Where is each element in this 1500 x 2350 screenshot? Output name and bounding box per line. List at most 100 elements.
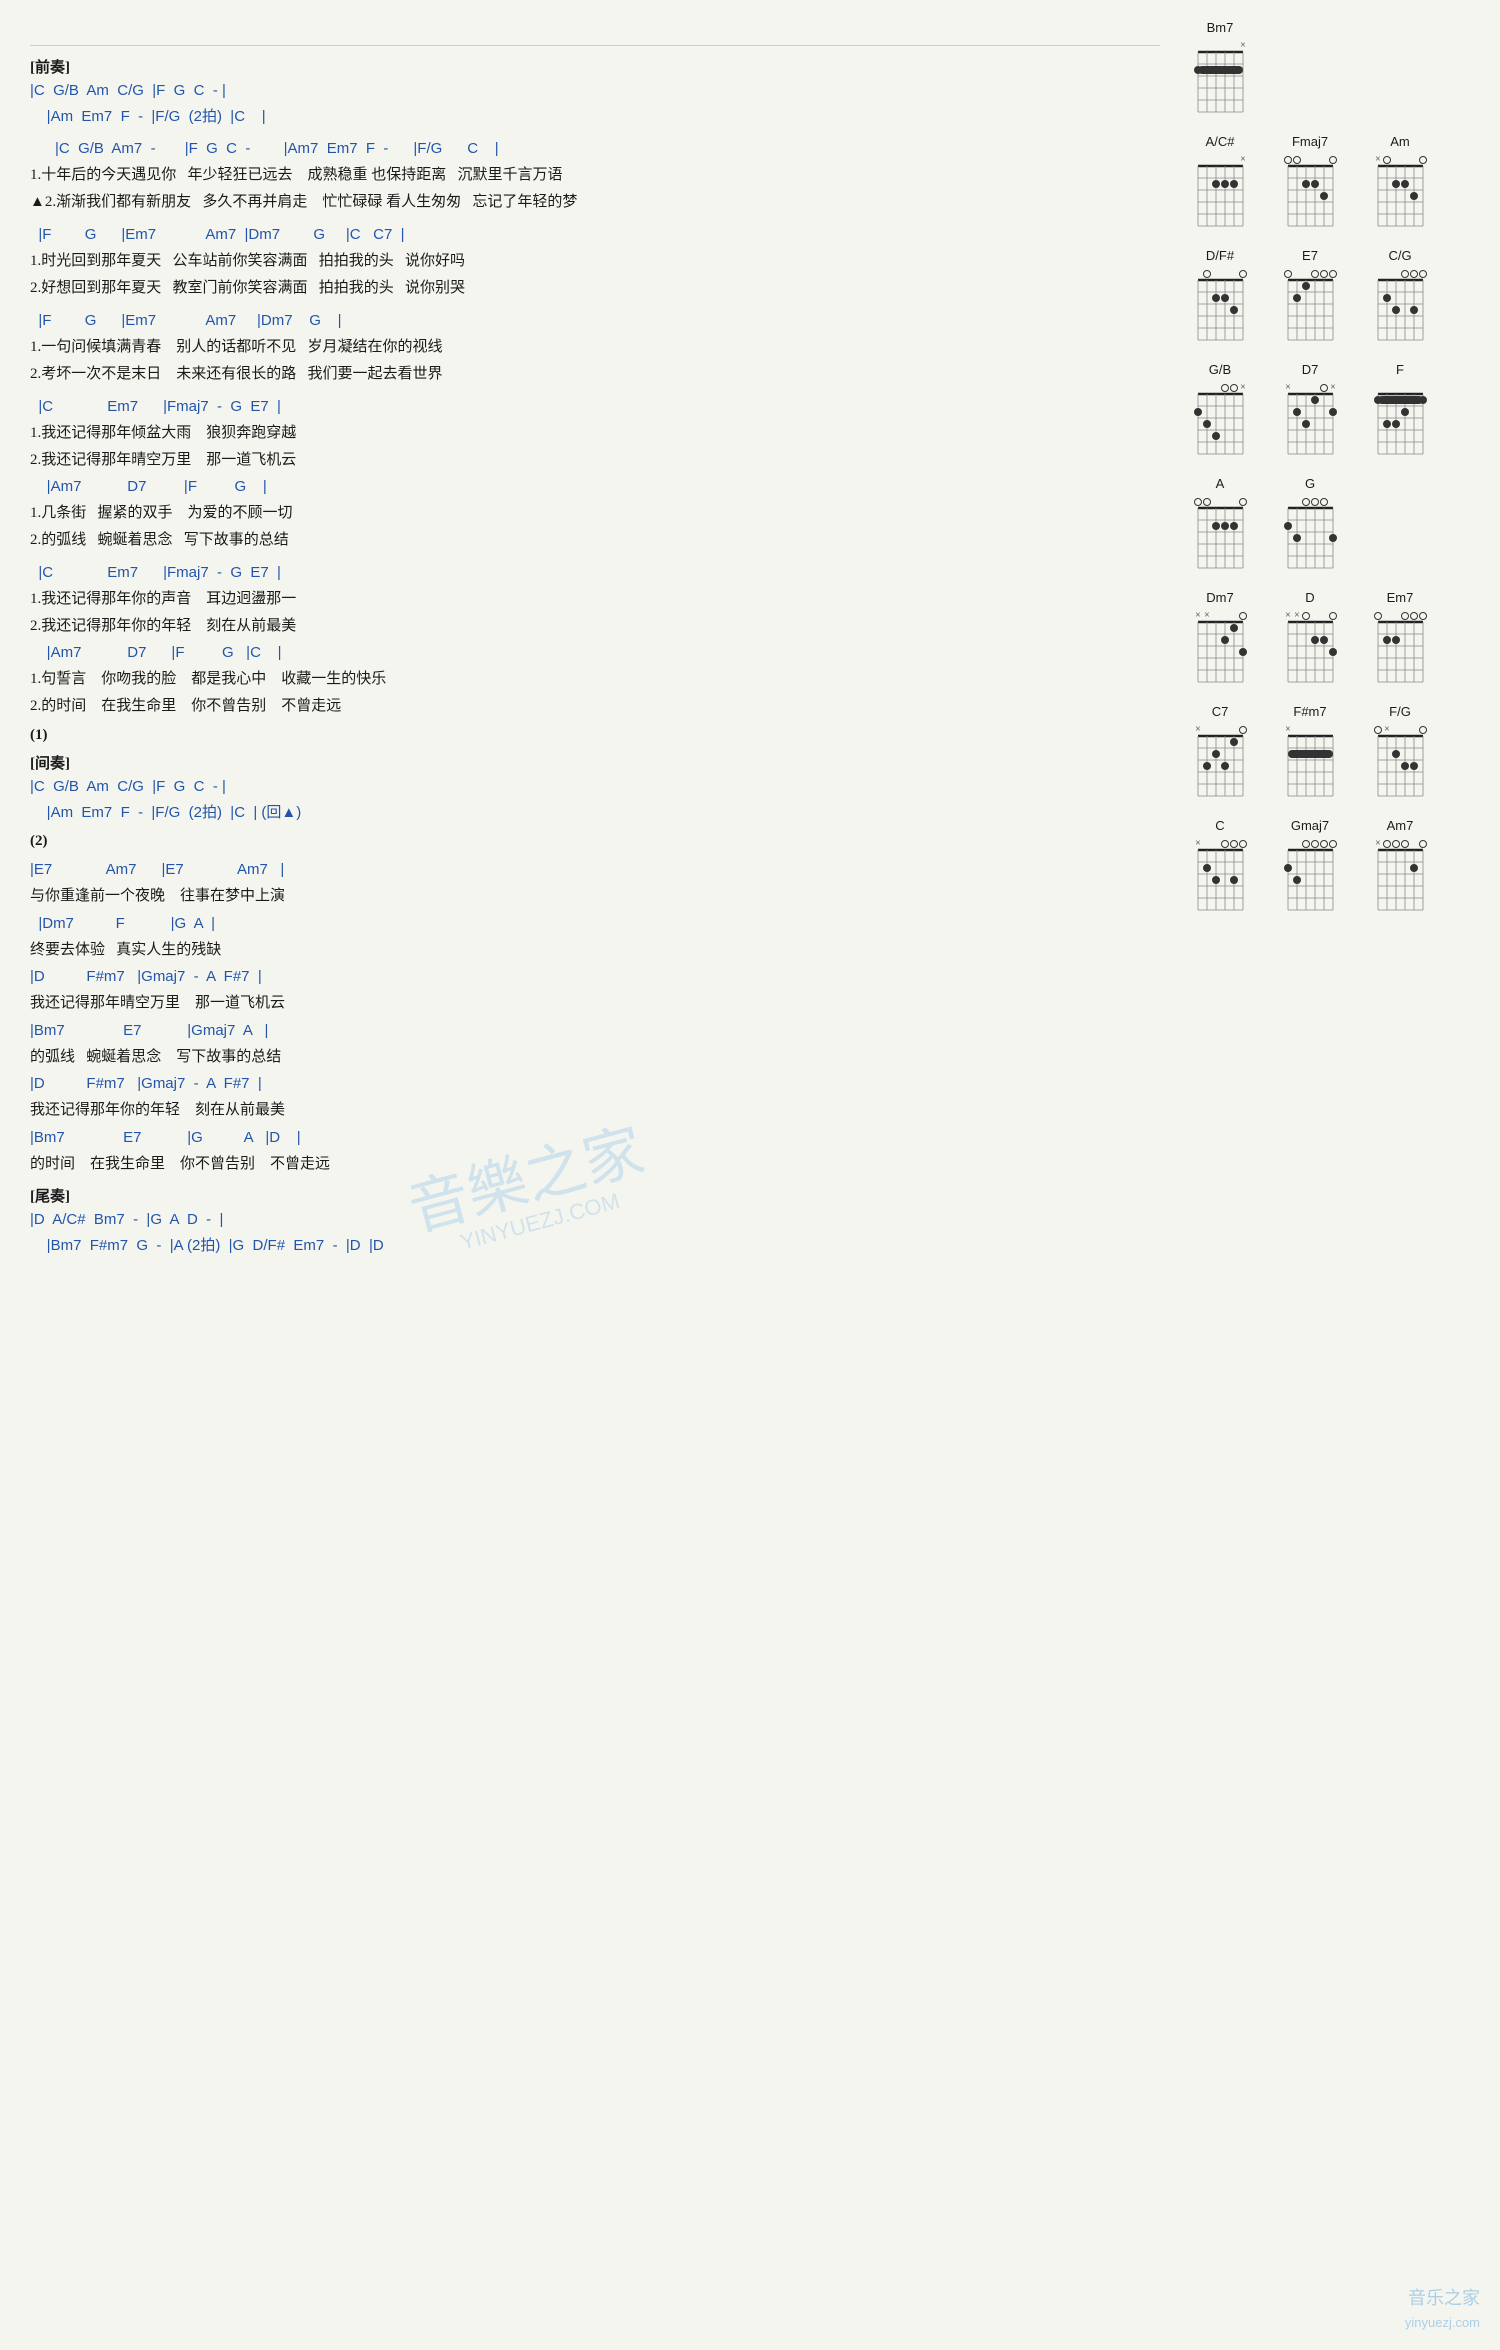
chord-row: C×Gmaj7Am7× [1180, 818, 1470, 916]
chord-svg: ×× [1278, 380, 1343, 460]
chord-row: AG [1180, 476, 1470, 574]
chord-svg [1278, 152, 1343, 232]
chord-line: |Bm7 E7 |Gmaj7 A | [30, 1019, 1160, 1043]
svg-text:×: × [1294, 610, 1300, 621]
chord-line: |Am Em7 F - |F/G (2拍) |C | [30, 105, 1160, 129]
chord-line: |F G |Em7 Am7 |Dm7 G | [30, 309, 1160, 333]
svg-text:×: × [1375, 154, 1381, 165]
chord-name: F#m7 [1293, 704, 1326, 719]
chord-diagram-FG: F/G× [1360, 704, 1440, 802]
chord-diagram-Fmaj7: Fmaj7 [1270, 134, 1350, 232]
chord-line: |D F#m7 |Gmaj7 - A F#7 | [30, 965, 1160, 989]
chord-name: E7 [1302, 248, 1318, 263]
svg-text:×: × [1195, 724, 1201, 735]
chord-diagram-Am7: Am7× [1360, 818, 1440, 916]
lyric-line: 的弧线 蜿蜒着思念 写下故事的总结 [30, 1045, 1160, 1071]
lyric-line: 的时间 在我生命里 你不曾告别 不曾走远 [30, 1152, 1160, 1178]
section-chorus2: |C Em7 |Fmaj7 - G E7 |1.我还记得那年你的声音 耳边迥盪那… [30, 561, 1160, 719]
lyric-line: 我还记得那年晴空万里 那一道飞机云 [30, 991, 1160, 1017]
section-section2: |E7 Am7 |E7 Am7 |与你重逢前一个夜晚 往事在梦中上演 |Dm7 … [30, 858, 1160, 1177]
chord-row: Bm7× [1180, 20, 1470, 118]
chord-diagram-E7: E7 [1270, 248, 1350, 346]
svg-text:×: × [1240, 154, 1246, 165]
logo-url-bottom: yinyuezj.com [1405, 2315, 1480, 2330]
chord-svg [1368, 266, 1433, 346]
chord-line: |D F#m7 |Gmaj7 - A F#7 | [30, 1072, 1160, 1096]
lyric-line: 1.几条街 握紧的双手 为爱的不顾一切 [30, 501, 1160, 527]
chord-name: D7 [1302, 362, 1319, 377]
left-content: [前奏]|C G/B Am C/G |F G C - | |Am Em7 F -… [30, 20, 1180, 1266]
chord-svg [1278, 494, 1343, 574]
svg-text:×: × [1195, 838, 1201, 849]
chord-name: C/G [1388, 248, 1411, 263]
lyric-line: 1.我还记得那年你的声音 耳边迥盪那一 [30, 587, 1160, 613]
chord-row: C7×F#m7×F/G× [1180, 704, 1470, 802]
chord-line: |E7 Am7 |E7 Am7 | [30, 858, 1160, 882]
chord-svg: × [1368, 722, 1433, 802]
chord-svg [1278, 266, 1343, 346]
chord-name: Dm7 [1206, 590, 1233, 605]
chord-svg: × [1188, 722, 1253, 802]
chord-svg [1368, 608, 1433, 688]
chord-line: |C G/B Am C/G |F G C - | [30, 79, 1160, 103]
chord-diagram-DF: D/F# [1180, 248, 1260, 346]
svg-text:×: × [1285, 610, 1291, 621]
chord-svg [1188, 494, 1253, 574]
chord-svg [1188, 266, 1253, 346]
chord-name: G/B [1209, 362, 1231, 377]
svg-text:×: × [1285, 382, 1291, 393]
lyric-line: 1.十年后的今天遇见你 年少轻狂已远去 成熟稳重 也保持距离 沉默里千言万语 [30, 163, 1160, 189]
chord-row: D/F# E7 C/G [1180, 248, 1470, 346]
right-chords: Bm7×A/C#×Fmaj7Am×D/F#E7C/GG/B×D7××FAGDm7… [1180, 20, 1470, 1266]
lyric-line: 2.的时间 在我生命里 你不曾告别 不曾走远 [30, 694, 1160, 720]
chord-line: |D A/C# Bm7 - |G A D - | [30, 1208, 1160, 1232]
chord-svg: × [1368, 152, 1433, 232]
chord-name: Em7 [1387, 590, 1414, 605]
chord-line: |Am7 D7 |F G |C | [30, 641, 1160, 665]
chord-row: Dm7××D××Em7 [1180, 590, 1470, 688]
chord-name: A [1216, 476, 1225, 491]
svg-text:×: × [1375, 838, 1381, 849]
chord-line: |C Em7 |Fmaj7 - G E7 | [30, 395, 1160, 419]
chord-diagram-D: D×× [1270, 590, 1350, 688]
divider [30, 45, 1160, 46]
chord-svg: × [1368, 836, 1433, 916]
song-content: [前奏]|C G/B Am C/G |F G C - | |Am Em7 F -… [30, 56, 1160, 1258]
chord-line: |Am Em7 F - |F/G (2拍) |C | (回▲) [30, 801, 1160, 825]
chord-diagram-C7: C7 × [1180, 704, 1260, 802]
lyric-line: 2.好想回到那年夏天 教室门前你笑容满面 拍拍我的头 说你别哭 [30, 276, 1160, 302]
chord-diagram-GB: G/B× [1180, 362, 1260, 460]
chord-line: |Dm7 F |G A | [30, 912, 1160, 936]
chord-diagram-F: F [1360, 362, 1440, 460]
section-label: [间奏] [30, 752, 1160, 773]
lyric-line: 与你重逢前一个夜晚 往事在梦中上演 [30, 884, 1160, 910]
chord-line: |C G/B Am C/G |F G C - | [30, 775, 1160, 799]
chord-line: |C Em7 |Fmaj7 - G E7 | [30, 561, 1160, 585]
svg-text:×: × [1240, 40, 1246, 51]
chord-diagram-AC: A/C#× [1180, 134, 1260, 232]
svg-text:×: × [1195, 610, 1201, 621]
section-verse2: |F G |Em7 Am7 |Dm7 G |C C7 |1.时光回到那年夏天 公… [30, 223, 1160, 301]
section-label: [尾奏] [30, 1185, 1160, 1206]
chord-line: |Bm7 F#m7 G - |A (2拍) |G D/F# Em7 - |D |… [30, 1234, 1160, 1258]
chord-diagram-Gmaj7: Gmaj7 [1270, 818, 1350, 916]
chord-row: G/B×D7××F [1180, 362, 1470, 460]
chord-diagram-CG: C/G [1360, 248, 1440, 346]
chord-name: G [1305, 476, 1315, 491]
logo-bottom: 音乐之家 [1408, 2284, 1480, 2310]
lyric-line: ▲2.渐渐我们都有新朋友 多久不再并肩走 忙忙碌碌 看人生匆匆 忘记了年轻的梦 [30, 190, 1160, 216]
lyric-line: 终要去体验 真实人生的残缺 [30, 938, 1160, 964]
chord-row: A/C#×Fmaj7Am× [1180, 134, 1470, 232]
chord-svg [1278, 836, 1343, 916]
lyric-line: 1.我还记得那年倾盆大雨 狼狈奔跑穿越 [30, 421, 1160, 447]
lyric-line: 2.考坏一次不是末日 未来还有很长的路 我们要一起去看世界 [30, 362, 1160, 388]
section-verse3: |F G |Em7 Am7 |Dm7 G |1.一句问候填满青春 别人的话都听不… [30, 309, 1160, 387]
chord-line: |F G |Em7 Am7 |Dm7 G |C C7 | [30, 223, 1160, 247]
chord-svg [1368, 380, 1433, 460]
chord-diagram-D7: D7 ×× [1270, 362, 1350, 460]
chord-name: D/F# [1206, 248, 1234, 263]
svg-text:×: × [1204, 610, 1210, 621]
chord-name: C7 [1212, 704, 1229, 719]
lyric-line: 1.句誓言 你吻我的脸 都是我心中 收藏一生的快乐 [30, 667, 1160, 693]
chord-svg: ×× [1278, 608, 1343, 688]
